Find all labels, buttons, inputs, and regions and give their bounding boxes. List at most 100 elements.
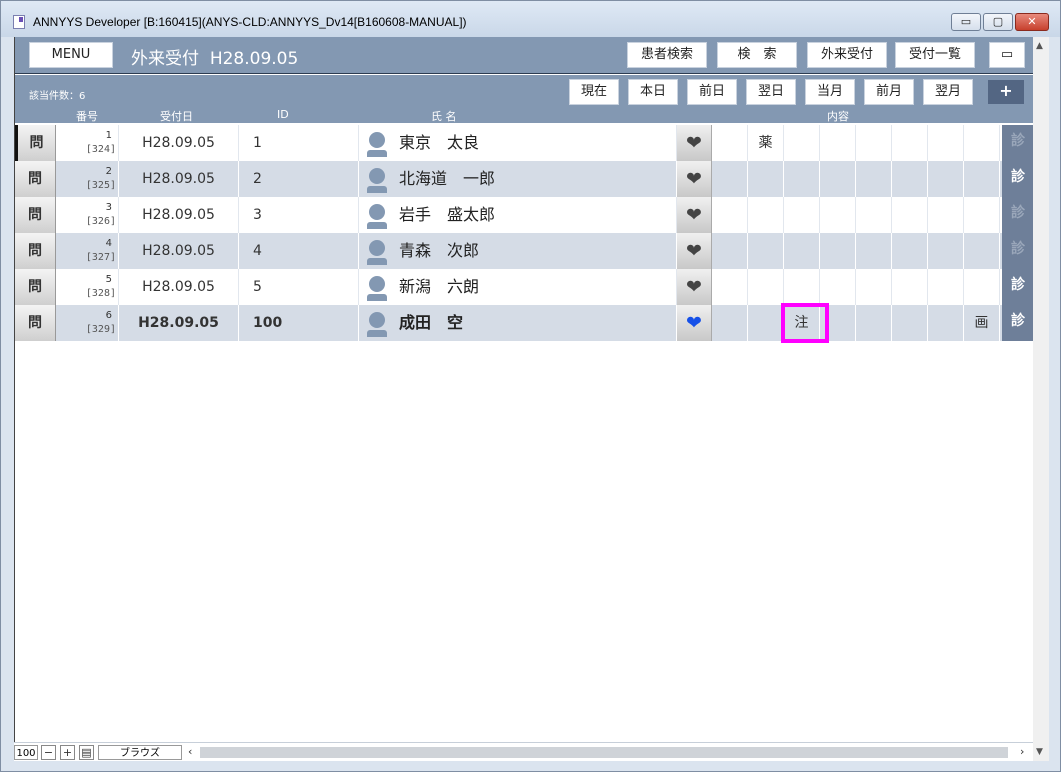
name-cell[interactable]: 青森 次郎 — [359, 233, 677, 269]
diagnosis-button[interactable]: 診 — [1002, 305, 1034, 341]
reception-list-button[interactable]: 受付一覧 — [895, 42, 975, 68]
content-cell[interactable] — [928, 197, 964, 233]
scroll-track[interactable] — [200, 747, 1008, 758]
next-month-button[interactable]: 翌月 — [923, 79, 973, 105]
content-cell[interactable] — [892, 305, 928, 341]
zoom-out-icon[interactable]: − — [41, 745, 56, 760]
content-cell[interactable] — [928, 269, 964, 305]
scroll-right-icon[interactable]: › — [1020, 745, 1024, 758]
search-button[interactable]: 検 索 — [717, 42, 797, 68]
name-cell[interactable]: 北海道 一郎 — [359, 161, 677, 197]
content-cell[interactable] — [748, 233, 784, 269]
previous-month-button[interactable]: 前月 — [864, 79, 914, 105]
content-cell[interactable] — [856, 305, 892, 341]
content-cell[interactable] — [748, 305, 784, 341]
this-month-button[interactable]: 当月 — [805, 79, 855, 105]
content-cell[interactable] — [892, 125, 928, 161]
name-cell[interactable]: 岩手 盛太郎 — [359, 197, 677, 233]
content-cell[interactable] — [820, 161, 856, 197]
content-cell[interactable] — [712, 233, 748, 269]
content-cell[interactable] — [712, 305, 748, 341]
content-cell[interactable] — [784, 161, 820, 197]
content-cell[interactable] — [712, 269, 748, 305]
content-cell[interactable] — [928, 305, 964, 341]
heart-icon[interactable]: ❤ — [677, 161, 712, 197]
current-button[interactable]: 現在 — [569, 79, 619, 105]
content-cell[interactable] — [856, 197, 892, 233]
content-cell[interactable] — [712, 125, 748, 161]
content-cell[interactable] — [892, 269, 928, 305]
diagnosis-button[interactable]: 診 — [1002, 269, 1034, 305]
content-cell[interactable] — [856, 233, 892, 269]
layout-icon[interactable]: ▤ — [79, 745, 94, 760]
content-cell[interactable] — [892, 233, 928, 269]
horizontal-scrollbar[interactable]: ‹ › — [186, 745, 1032, 760]
vertical-scrollbar[interactable]: ▲ ▼ — [1033, 37, 1049, 761]
heart-icon[interactable]: ❤ — [677, 269, 712, 305]
content-cell[interactable] — [784, 269, 820, 305]
name-cell[interactable]: 東京 太良 — [359, 125, 677, 161]
content-cell[interactable] — [856, 269, 892, 305]
outpatient-reception-button[interactable]: 外来受付 — [807, 42, 887, 68]
heart-icon[interactable]: ❤ — [677, 125, 712, 161]
content-cell[interactable] — [784, 197, 820, 233]
zoom-in-icon[interactable]: + — [60, 745, 75, 760]
content-cell[interactable]: 薬 — [748, 125, 784, 161]
content-cell[interactable] — [820, 233, 856, 269]
name-cell[interactable]: 新潟 六朗 — [359, 269, 677, 305]
table-row[interactable]: 問 1 [324] H28.09.05 1 東京 太良 ❤ 薬診 — [15, 125, 1034, 161]
content-cell[interactable] — [928, 161, 964, 197]
table-row[interactable]: 問 5 [328] H28.09.05 5 新潟 六朗 ❤ 診 — [15, 269, 1034, 305]
content-cell[interactable] — [820, 269, 856, 305]
patient-search-button[interactable]: 患者検索 — [627, 42, 707, 68]
content-cell[interactable] — [964, 233, 1000, 269]
diagnosis-button[interactable]: 診 — [1002, 233, 1034, 269]
content-cell[interactable] — [928, 125, 964, 161]
scroll-up-icon[interactable]: ▲ — [1036, 41, 1043, 51]
diagnosis-button[interactable]: 診 — [1002, 197, 1034, 233]
table-row[interactable]: 問 2 [325] H28.09.05 2 北海道 一郎 ❤ 診 — [15, 161, 1034, 197]
content-cell[interactable] — [820, 125, 856, 161]
content-cell[interactable] — [748, 161, 784, 197]
content-cell[interactable] — [820, 197, 856, 233]
content-cell[interactable] — [784, 125, 820, 161]
scroll-left-icon[interactable]: ‹ — [188, 745, 192, 758]
add-button[interactable]: + — [988, 80, 1024, 104]
maximize-button[interactable]: ▢ — [983, 13, 1013, 31]
content-cell[interactable] — [712, 161, 748, 197]
inquiry-button[interactable]: 問 — [15, 161, 56, 197]
name-cell[interactable]: 成田 空 — [359, 305, 677, 341]
content-cell[interactable] — [784, 233, 820, 269]
close-button[interactable]: ✕ — [1015, 13, 1049, 31]
zoom-level[interactable]: 100 — [14, 745, 38, 760]
content-cell[interactable] — [856, 161, 892, 197]
today-button[interactable]: 本日 — [628, 79, 678, 105]
table-row[interactable]: 問 4 [327] H28.09.05 4 青森 次郎 ❤ 診 — [15, 233, 1034, 269]
diagnosis-button[interactable]: 診 — [1002, 125, 1034, 161]
table-row[interactable]: 問 6 [329] H28.09.05 100 成田 空 ❤ 注画診 — [15, 303, 1034, 343]
browse-mode[interactable]: ブラウズ — [98, 745, 182, 760]
heart-icon[interactable]: ❤ — [677, 197, 712, 233]
previous-day-button[interactable]: 前日 — [687, 79, 737, 105]
content-cell[interactable] — [928, 233, 964, 269]
next-day-button[interactable]: 翌日 — [746, 79, 796, 105]
inquiry-button[interactable]: 問 — [15, 305, 56, 341]
content-cell[interactable]: 画 — [964, 305, 1000, 341]
inquiry-button[interactable]: 問 — [15, 269, 56, 305]
content-cell[interactable] — [892, 161, 928, 197]
content-cell[interactable] — [748, 269, 784, 305]
content-cell[interactable] — [964, 197, 1000, 233]
heart-icon[interactable]: ❤ — [677, 305, 712, 341]
heart-icon[interactable]: ❤ — [677, 233, 712, 269]
diagnosis-button[interactable]: 診 — [1002, 161, 1034, 197]
content-cell[interactable] — [748, 197, 784, 233]
content-cell[interactable] — [856, 125, 892, 161]
view-toggle-button[interactable]: ▭ — [989, 42, 1025, 68]
content-cell[interactable] — [712, 197, 748, 233]
content-cell[interactable] — [892, 197, 928, 233]
table-row[interactable]: 問 3 [326] H28.09.05 3 岩手 盛太郎 ❤ 診 — [15, 197, 1034, 233]
scroll-down-icon[interactable]: ▼ — [1036, 747, 1043, 757]
inquiry-button[interactable]: 問 — [15, 233, 56, 269]
minimize-button[interactable]: ▭ — [951, 13, 981, 31]
inquiry-button[interactable]: 問 — [15, 197, 56, 233]
